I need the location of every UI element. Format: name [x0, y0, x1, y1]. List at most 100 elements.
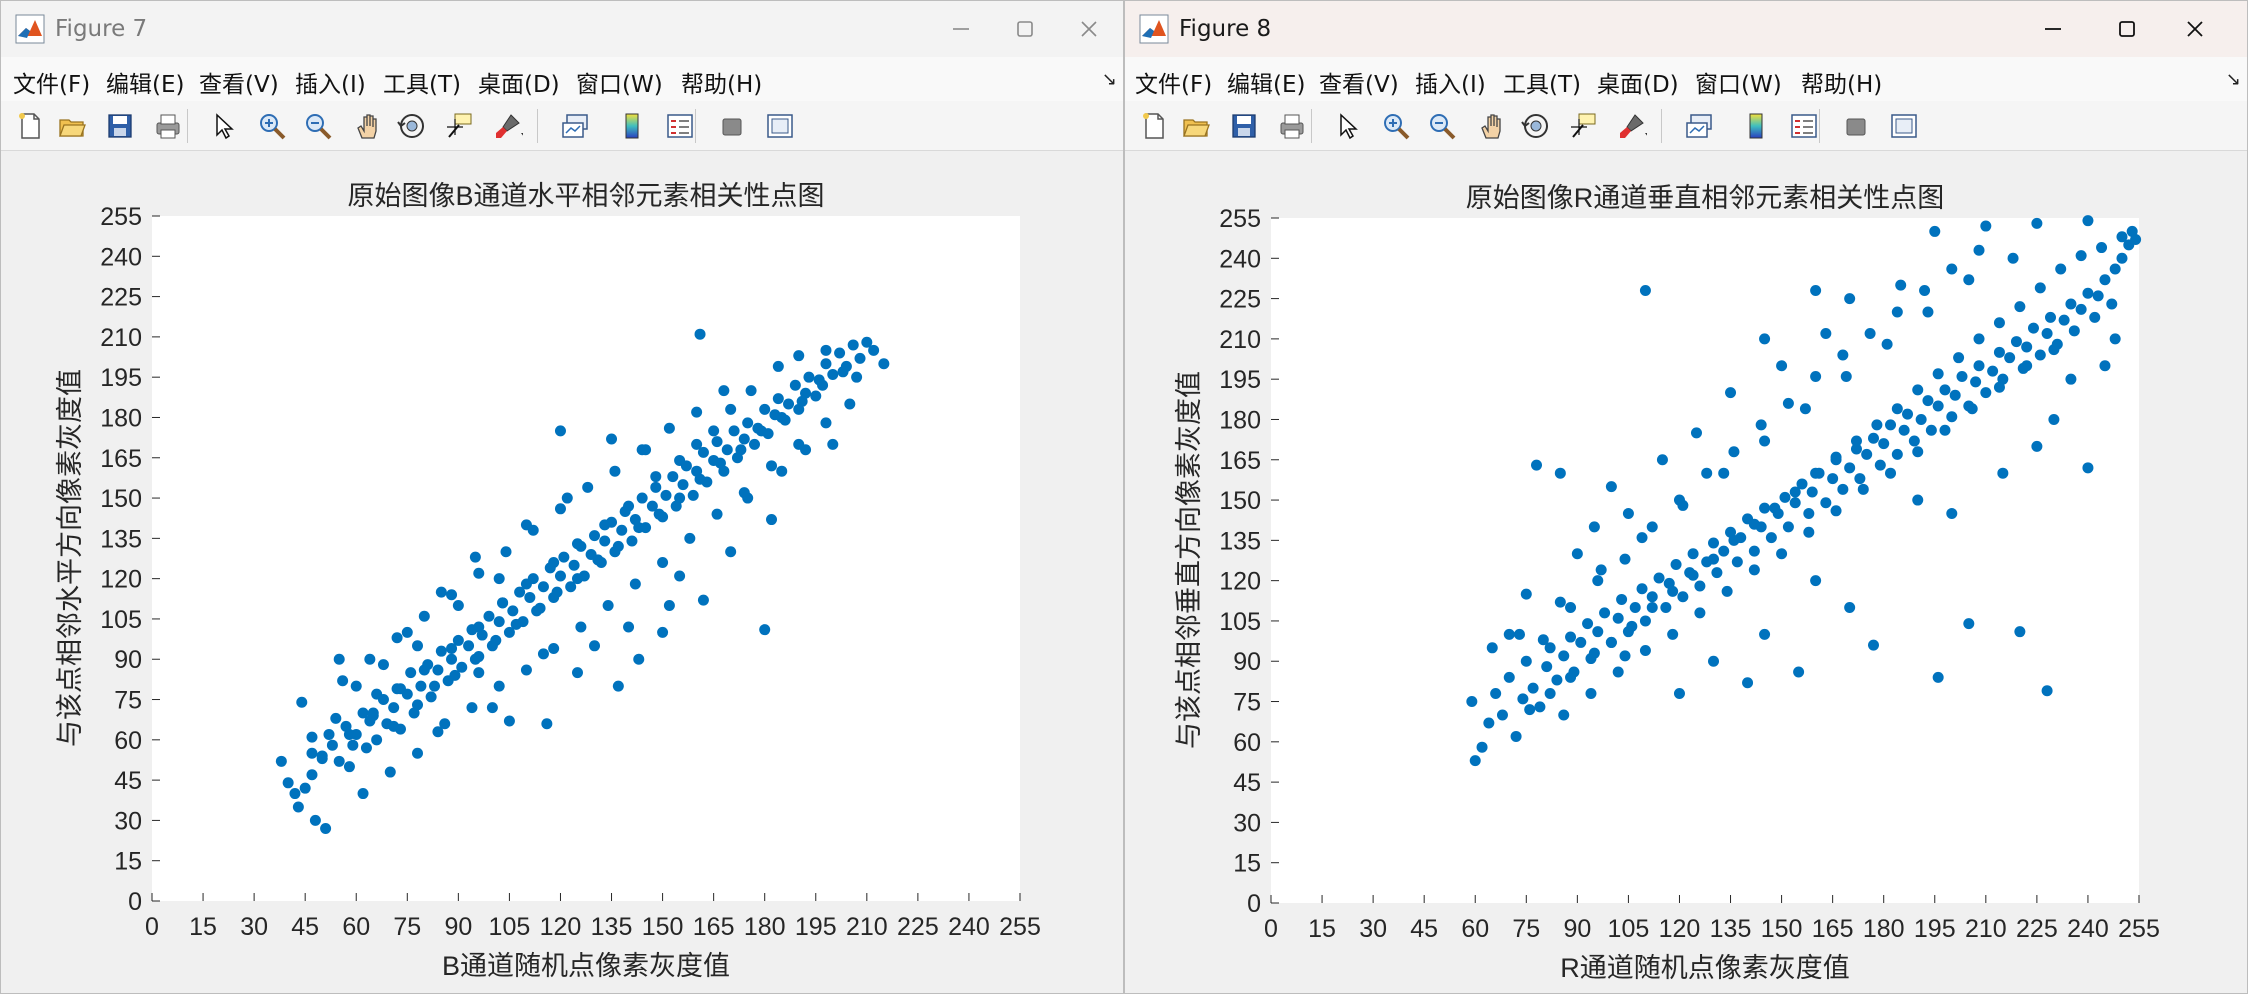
brush-tool-button[interactable]	[489, 108, 527, 144]
zoom-in-tool-button[interactable]	[253, 108, 291, 144]
new-file-tool-button[interactable]	[11, 108, 49, 144]
hide-plot-tools-tool-button[interactable]	[1837, 108, 1875, 144]
title-bar[interactable]: Figure 7	[1, 1, 1123, 57]
menu-insert[interactable]: 插入(I)	[295, 65, 366, 99]
data-point	[735, 444, 747, 456]
y-tick-label: 30	[114, 807, 142, 835]
data-point	[2116, 231, 2128, 243]
y-tick-label: 45	[114, 767, 142, 795]
colorbar-tool-button[interactable]	[1737, 108, 1775, 144]
rotate-3d-tool-button[interactable]	[1517, 108, 1555, 144]
data-cursor-tool-button[interactable]	[1565, 108, 1603, 144]
menu-desktop[interactable]: 桌面(D)	[478, 65, 560, 99]
data-point	[452, 600, 464, 612]
data-point	[827, 368, 839, 380]
menu-edit[interactable]: 编辑(E)	[1227, 65, 1305, 99]
data-point	[1677, 499, 1689, 511]
data-point	[1605, 481, 1617, 493]
data-point	[493, 680, 505, 692]
data-point	[1949, 389, 1961, 401]
data-point	[1486, 642, 1498, 654]
select-pointer-tool-button[interactable]	[1329, 108, 1367, 144]
y-tick-label: 225	[1219, 286, 1261, 314]
data-cursor-tool-button[interactable]	[441, 108, 479, 144]
y-axis-label: 与该点相邻水平方向像素灰度值	[55, 369, 85, 747]
menu-tools[interactable]: 工具(T)	[383, 65, 461, 99]
hide-plot-tools-tool-button[interactable]	[713, 108, 751, 144]
menu-file[interactable]: 文件(F)	[1135, 65, 1212, 99]
menu-view[interactable]: 查看(V)	[199, 65, 279, 99]
menu-window[interactable]: 窗口(W)	[576, 65, 663, 99]
print-tool-button[interactable]	[1273, 108, 1311, 144]
save-tool-button[interactable]	[1225, 108, 1263, 144]
maximize-button[interactable]	[993, 1, 1057, 57]
open-folder-tool-button[interactable]	[53, 108, 91, 144]
link-plot-tool-button[interactable]	[1681, 108, 1719, 144]
close-button[interactable]	[2163, 1, 2227, 57]
scatter-chart-r-vertical[interactable]: 原始图像R通道垂直相邻元素相关性点图 R通道随机点像素灰度值 与该点相邻垂直方向…	[1125, 152, 2247, 994]
zoom-out-tool-button[interactable]	[1423, 108, 1461, 144]
menu-insert[interactable]: 插入(I)	[1415, 65, 1486, 99]
menu-tools[interactable]: 工具(T)	[1503, 65, 1581, 99]
open-folder-tool-button[interactable]	[1177, 108, 1215, 144]
title-bar[interactable]: Figure 8	[1125, 1, 2247, 57]
dock-arrow-icon[interactable]: ↘	[2226, 69, 2241, 90]
y-tick-label: 135	[100, 525, 142, 553]
zoom-out-tool-button[interactable]	[299, 108, 337, 144]
x-tick-label: 15	[189, 913, 217, 941]
y-tick-label: 120	[100, 566, 142, 594]
data-point	[2082, 287, 2094, 299]
maximize-button[interactable]	[2095, 1, 2159, 57]
data-point	[1639, 615, 1651, 627]
data-point	[1769, 502, 1781, 514]
menu-window[interactable]: 窗口(W)	[1695, 65, 1782, 99]
new-file-tool-button[interactable]	[1135, 108, 1173, 144]
brush-tool-button[interactable]	[1613, 108, 1651, 144]
legend-tool-button[interactable]	[1785, 108, 1823, 144]
print-tool-button[interactable]	[149, 108, 187, 144]
colorbar-tool-button[interactable]	[613, 108, 651, 144]
menu-desktop[interactable]: 桌面(D)	[1597, 65, 1679, 99]
dock-arrow-icon[interactable]: ↘	[1102, 69, 1117, 90]
minimize-button[interactable]	[2021, 1, 2085, 57]
data-point	[847, 339, 859, 351]
scatter-chart-b-horizontal[interactable]: 原始图像B通道水平相邻元素相关性点图 B通道随机点像素灰度值 与该点相邻水平方向…	[1, 152, 1123, 994]
zoom-in-tool-button[interactable]	[1377, 108, 1415, 144]
data-point	[1827, 473, 1839, 485]
data-point	[766, 514, 778, 526]
rotate-3d-tool-button[interactable]	[393, 108, 431, 144]
legend-tool-button[interactable]	[661, 108, 699, 144]
menu-help[interactable]: 帮助(H)	[1801, 65, 1882, 99]
show-plot-tools-tool-button[interactable]	[761, 108, 799, 144]
data-point	[1806, 486, 1818, 498]
data-point	[592, 554, 604, 566]
toolbar-separator	[695, 109, 696, 143]
x-tick-label: 150	[642, 913, 684, 941]
data-point	[599, 519, 611, 531]
data-point	[418, 664, 430, 676]
data-point	[1748, 518, 1760, 530]
menu-file[interactable]: 文件(F)	[13, 65, 90, 99]
data-point	[1626, 620, 1638, 632]
data-point	[1902, 408, 1914, 420]
show-plot-tools-tool-button[interactable]	[1885, 108, 1923, 144]
menu-view[interactable]: 查看(V)	[1319, 65, 1399, 99]
x-axis-label: R通道随机点像素灰度值	[1560, 953, 1850, 983]
open-folder-icon	[1183, 119, 1210, 137]
menu-edit[interactable]: 编辑(E)	[106, 65, 184, 99]
data-point	[1810, 575, 1822, 587]
data-point	[1782, 397, 1794, 409]
save-tool-button[interactable]	[101, 108, 139, 144]
data-point	[1612, 666, 1624, 678]
minimize-button[interactable]	[929, 1, 993, 57]
menu-help[interactable]: 帮助(H)	[681, 65, 762, 99]
pan-hand-tool-button[interactable]	[1473, 108, 1511, 144]
close-button[interactable]	[1057, 1, 1121, 57]
y-tick-label: 240	[1219, 245, 1261, 273]
link-plot-tool-button[interactable]	[557, 108, 595, 144]
data-point	[1585, 653, 1597, 665]
pan-hand-tool-button[interactable]	[349, 108, 387, 144]
data-point	[1973, 244, 1985, 256]
data-point	[371, 688, 383, 700]
select-pointer-tool-button[interactable]	[205, 108, 243, 144]
